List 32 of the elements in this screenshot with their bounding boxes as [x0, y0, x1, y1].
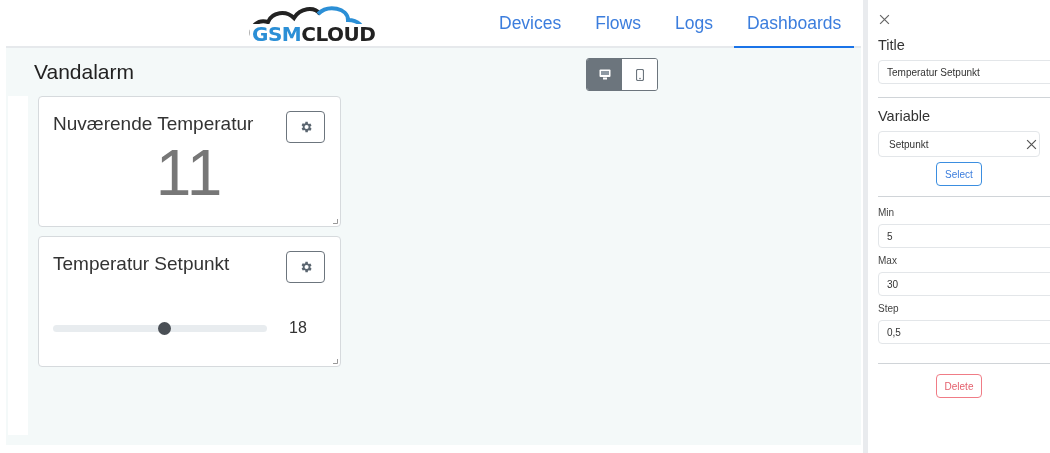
slider-thumb[interactable]	[158, 321, 172, 335]
number-input[interactable]: 30	[878, 272, 1050, 296]
phone-icon	[635, 68, 644, 81]
desktop-view-button[interactable]	[587, 59, 622, 90]
resize-handle-icon[interactable]	[333, 359, 338, 364]
clear-icon[interactable]	[1026, 138, 1037, 150]
widget-title: Nuværende Temperatur	[53, 113, 254, 135]
field-label: Max	[878, 255, 898, 266]
dashboard-title: Vandalarm	[34, 60, 134, 84]
field-label: Min	[878, 207, 896, 218]
widget-title: Temperatur Setpunkt	[53, 253, 230, 275]
logo-text: GSMCLOUD	[250, 24, 378, 44]
temperature-value: 11	[154, 141, 224, 205]
delete-button[interactable]: Delete	[935, 374, 983, 398]
settings-button[interactable]	[286, 251, 325, 283]
mobile-view-button[interactable]	[622, 59, 657, 90]
nav-tab[interactable]: Flows	[582, 13, 654, 48]
select-button[interactable]: Select	[936, 162, 982, 186]
resize-handle-icon[interactable]	[333, 219, 338, 224]
slider-reading: 18	[289, 319, 307, 337]
number-input[interactable]: 5	[878, 224, 1050, 248]
nav-tab[interactable]: Logs	[661, 13, 726, 48]
monitor-icon	[598, 69, 611, 80]
variable-field[interactable]: Setpunkt	[878, 131, 1040, 157]
field-label: Step	[878, 303, 900, 314]
number-input[interactable]: 0,5	[878, 320, 1050, 344]
close-icon[interactable]	[879, 14, 890, 25]
settings-button[interactable]	[286, 111, 325, 143]
title-input[interactable]: Temperatur Setpunkt	[878, 60, 1050, 84]
field-label: Title	[878, 37, 906, 53]
field-label: Variable	[878, 108, 932, 124]
nav-tab[interactable]: Devices	[486, 13, 575, 48]
